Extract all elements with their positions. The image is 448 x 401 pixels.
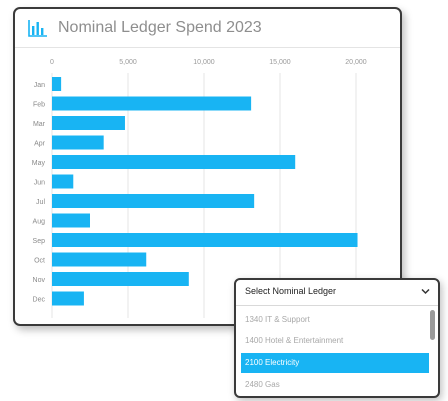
dropdown-options: 1340 IT & Support 1400 Hotel & Entertain…: [236, 307, 438, 396]
bar-sep[interactable]: [52, 233, 358, 247]
y-category-label: Mar: [33, 121, 46, 128]
dropdown-option-selected[interactable]: 2100 Electricity: [241, 353, 429, 373]
y-category-label: Jun: [34, 180, 45, 187]
bar-nov[interactable]: [52, 272, 189, 286]
bar-apr[interactable]: [52, 135, 104, 150]
dropdown-option[interactable]: 1340 IT & Support: [241, 310, 429, 330]
card-header: Nominal Ledger Spend 2023: [15, 9, 400, 48]
bar-feb[interactable]: [52, 96, 252, 111]
x-tick-label: 10,000: [193, 59, 215, 66]
scrollbar-thumb[interactable]: [430, 310, 435, 340]
bar-jul[interactable]: [52, 194, 255, 208]
x-tick-label: 0: [50, 59, 54, 66]
y-category-label: Aug: [33, 219, 46, 226]
y-category-label: Jul: [36, 199, 45, 206]
bar-chart-icon: [28, 20, 47, 37]
chevron-down-icon[interactable]: [421, 288, 430, 295]
bar-aug[interactable]: [52, 213, 90, 228]
y-category-label: Nov: [33, 277, 46, 284]
bar-jan[interactable]: [52, 77, 62, 91]
dropdown-option[interactable]: 2480 Gas: [241, 375, 429, 395]
bar-may[interactable]: [52, 155, 296, 169]
bar-dec[interactable]: [52, 291, 84, 306]
dropdown-label: Select Nominal Ledger: [245, 286, 337, 296]
y-category-label: Sep: [33, 238, 46, 245]
x-tick-label: 5,000: [119, 59, 137, 66]
dropdown-header[interactable]: Select Nominal Ledger: [236, 280, 438, 306]
dropdown-option[interactable]: 1400 Hotel & Entertainment: [241, 331, 429, 351]
bar-mar[interactable]: [52, 116, 125, 130]
y-category-label: Apr: [34, 141, 46, 148]
y-category-label: Feb: [33, 102, 45, 109]
bar-jun[interactable]: [52, 174, 74, 189]
y-category-label: May: [32, 160, 46, 167]
x-tick-label: 15,000: [269, 59, 291, 66]
nominal-ledger-dropdown[interactable]: Select Nominal Ledger 1340 IT & Support …: [234, 278, 440, 398]
dropdown-scrollbar[interactable]: [430, 310, 435, 394]
x-tick-label: 20,000: [345, 59, 367, 66]
y-category-label: Oct: [34, 258, 45, 265]
y-category-label: Dec: [33, 297, 46, 304]
bar-oct[interactable]: [52, 252, 147, 267]
y-category-label: Jan: [34, 82, 45, 89]
chart-title: Nominal Ledger Spend 2023: [58, 19, 262, 36]
